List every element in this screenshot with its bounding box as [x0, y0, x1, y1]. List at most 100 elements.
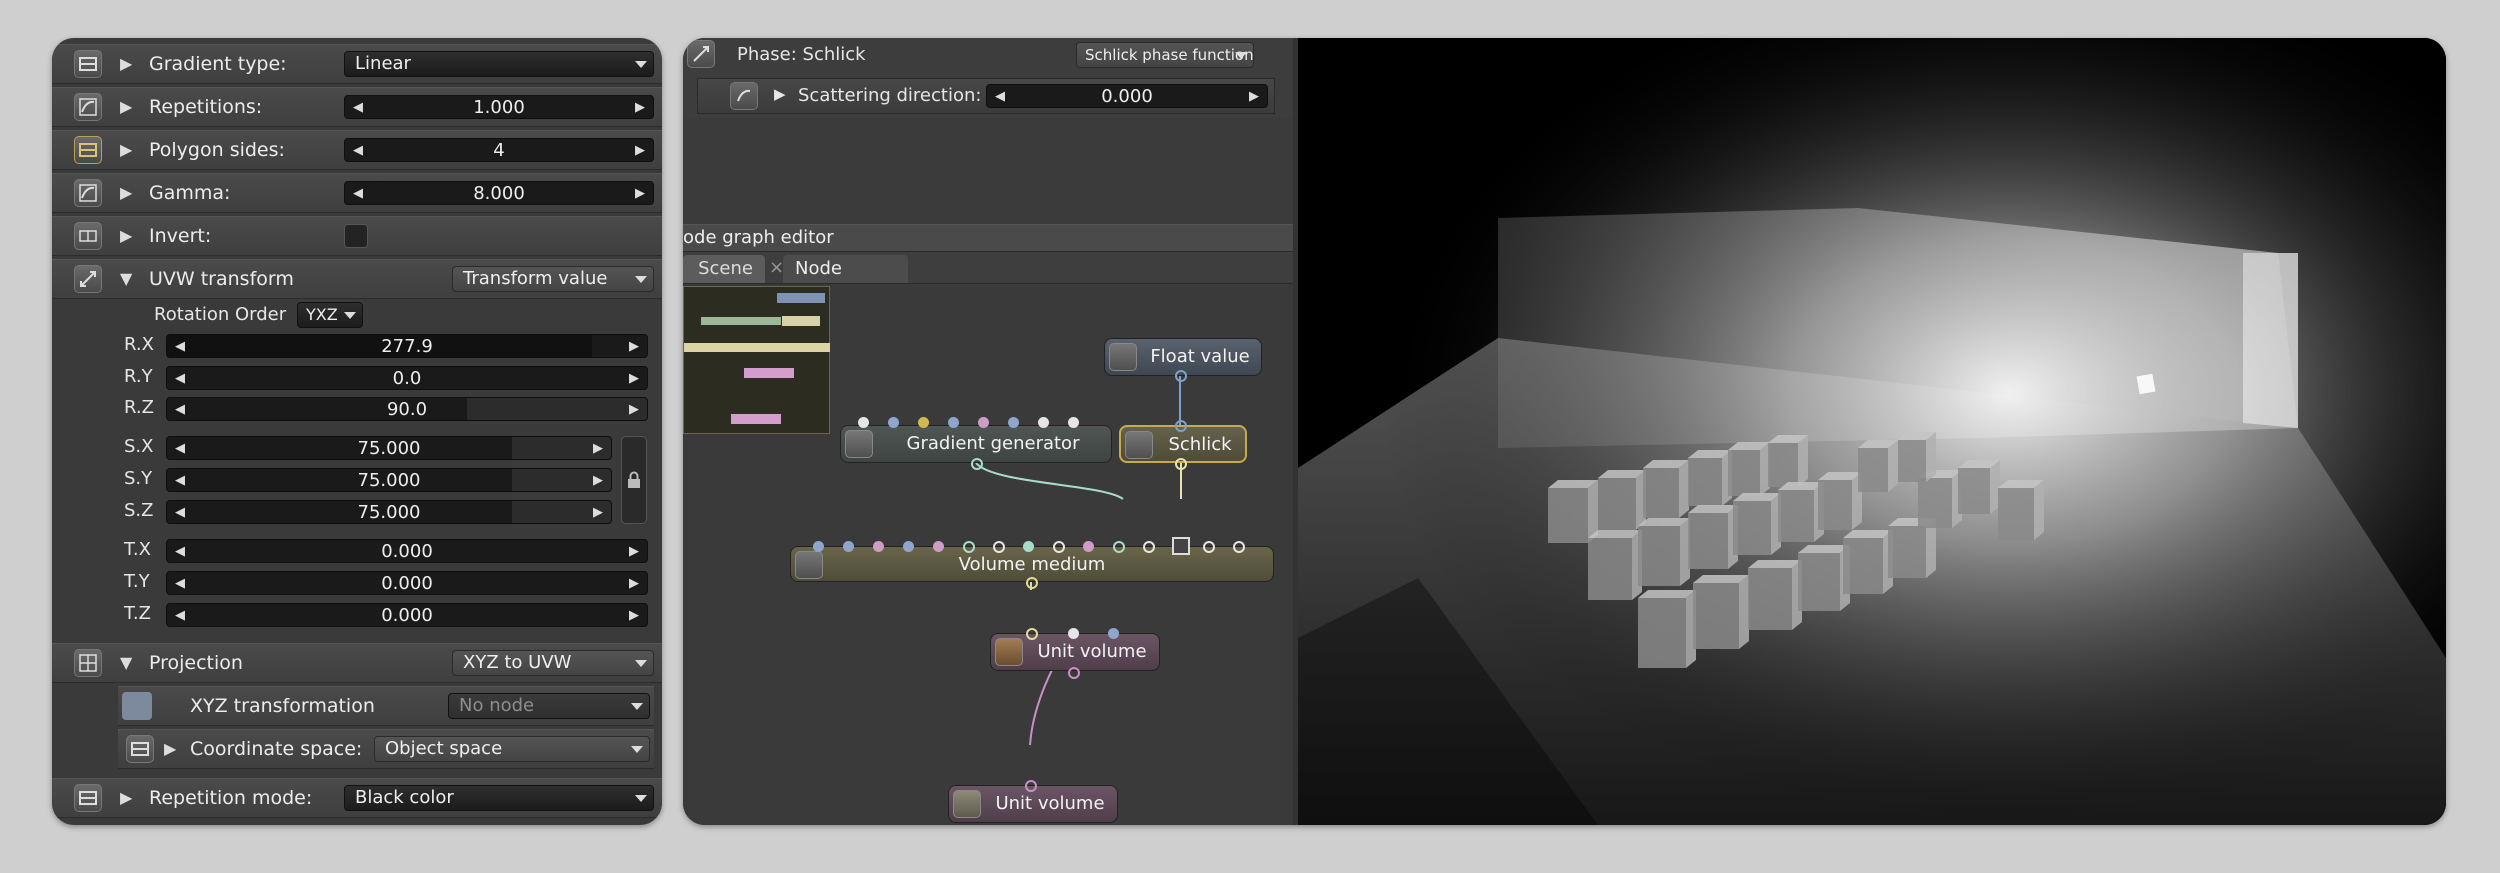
port-dot[interactable]	[1068, 667, 1080, 679]
uvw-transform-dropdown[interactable]: Transform value	[452, 266, 654, 292]
collapse-arrow-icon[interactable]: ▼	[120, 653, 132, 672]
collapse-arrow-icon[interactable]: ▼	[120, 269, 132, 288]
bool-pin-icon[interactable]	[74, 222, 102, 250]
scale-z-spinner[interactable]: ◀ 75.000 ▶	[166, 500, 612, 524]
rotation-order-dropdown[interactable]: YXZ	[297, 302, 363, 328]
expand-arrow-icon[interactable]: ▶	[120, 226, 132, 245]
scale-y-spinner[interactable]: ◀ 75.000 ▶	[166, 468, 612, 492]
transform-pin-icon[interactable]	[687, 40, 715, 68]
repetition-mode-dropdown[interactable]: Black color	[344, 785, 654, 811]
increment-arrow-icon[interactable]: ▶	[593, 505, 603, 520]
projection-dropdown[interactable]: XYZ to UVW	[452, 650, 654, 676]
enum-pin-icon[interactable]	[126, 735, 154, 763]
curve-pin-icon[interactable]	[730, 82, 758, 110]
port-dot[interactable]	[888, 417, 899, 428]
render-viewport[interactable]	[1298, 38, 2446, 825]
port-dot[interactable]	[1026, 628, 1038, 640]
xyz-transformation-pin-icon[interactable]	[122, 692, 152, 720]
enum-pin-icon[interactable]	[74, 784, 102, 812]
port-dot[interactable]	[1023, 541, 1034, 552]
port-dot[interactable]	[1026, 577, 1038, 589]
port-dot[interactable]	[903, 541, 914, 552]
expand-arrow-icon[interactable]: ▶	[774, 85, 786, 103]
increment-arrow-icon[interactable]: ▶	[629, 339, 639, 354]
tab-scene[interactable]: Scene	[683, 255, 765, 283]
gradient-pin-icon[interactable]	[74, 50, 102, 78]
increment-arrow-icon[interactable]: ▶	[593, 473, 603, 488]
port-dot[interactable]	[1053, 541, 1065, 553]
port-dot[interactable]	[858, 417, 869, 428]
projection-grid-icon[interactable]	[74, 649, 102, 677]
port-dot[interactable]	[1143, 541, 1155, 553]
port-dot[interactable]	[1175, 420, 1187, 432]
port-dot[interactable]	[843, 541, 854, 552]
selected-port[interactable]	[1172, 537, 1190, 555]
expand-arrow-icon[interactable]: ▶	[164, 739, 176, 758]
rotation-y-spinner[interactable]: ◀ 0.0 ▶	[166, 366, 648, 390]
scattering-direction-spinner[interactable]: ◀ 0.000 ▶	[986, 84, 1268, 108]
repetitions-spinner[interactable]: ◀ 1.000 ▶	[344, 95, 654, 119]
port-dot[interactable]	[1113, 541, 1125, 553]
port-dot[interactable]	[948, 417, 959, 428]
translation-x-spinner[interactable]: ◀ 0.000 ▶	[166, 539, 648, 563]
scattering-direction-label: Scattering direction:	[798, 85, 982, 106]
increment-arrow-icon[interactable]: ▶	[635, 100, 645, 115]
curve-pin-icon[interactable]	[74, 93, 102, 121]
port-dot[interactable]	[993, 541, 1005, 553]
port-dot[interactable]	[1083, 541, 1094, 552]
rotation-y-value: 0.0	[392, 368, 422, 389]
coordinate-space-dropdown[interactable]: Object space	[374, 736, 650, 762]
phase-dropdown[interactable]: Schlick phase function	[1076, 42, 1254, 68]
output-port[interactable]	[1175, 370, 1187, 382]
port-dot[interactable]	[1025, 780, 1037, 792]
translation-y-spinner[interactable]: ◀ 0.000 ▶	[166, 571, 648, 595]
curve-pin-icon[interactable]	[74, 179, 102, 207]
rotation-z-spinner[interactable]: ◀ 90.0 ▶	[166, 397, 648, 421]
int-pin-icon[interactable]	[74, 136, 102, 164]
rotation-x-spinner[interactable]: ◀ 277.9 ▶	[166, 334, 648, 358]
expand-arrow-icon[interactable]: ▶	[120, 788, 132, 807]
increment-arrow-icon[interactable]: ▶	[629, 608, 639, 623]
port-dot[interactable]	[933, 541, 944, 552]
xyz-transformation-dropdown[interactable]: No node	[448, 693, 650, 719]
gradient-type-dropdown[interactable]: Linear	[344, 51, 654, 77]
expand-arrow-icon[interactable]: ▶	[120, 54, 132, 73]
increment-arrow-icon[interactable]: ▶	[629, 402, 639, 417]
port-dot[interactable]	[1038, 417, 1049, 428]
increment-arrow-icon[interactable]: ▶	[629, 576, 639, 591]
expand-arrow-icon[interactable]: ▶	[120, 140, 132, 159]
increment-arrow-icon[interactable]: ▶	[635, 186, 645, 201]
scale-x-spinner[interactable]: ◀ 75.000 ▶	[166, 436, 612, 460]
expand-arrow-icon[interactable]: ▶	[120, 183, 132, 202]
invert-checkbox[interactable]	[344, 224, 368, 248]
lock-scale-toggle[interactable]	[621, 436, 647, 524]
port-dot[interactable]	[978, 417, 989, 428]
port-dot[interactable]	[1068, 417, 1079, 428]
port-dot[interactable]	[1203, 541, 1215, 553]
port-dot[interactable]	[1233, 541, 1245, 553]
tab-node-graph[interactable]: Node graph	[783, 255, 908, 307]
gamma-spinner[interactable]: ◀ 8.000 ▶	[344, 181, 654, 205]
port-dot[interactable]	[1108, 628, 1119, 639]
translation-z-spinner[interactable]: ◀ 0.000 ▶	[166, 603, 648, 627]
port-dot[interactable]	[963, 541, 975, 553]
increment-arrow-icon[interactable]: ▶	[635, 143, 645, 158]
port-dot[interactable]	[1008, 417, 1019, 428]
increment-arrow-icon[interactable]: ▶	[593, 441, 603, 456]
port-dot[interactable]	[813, 541, 824, 552]
expand-arrow-icon[interactable]: ▶	[120, 97, 132, 116]
port-dot[interactable]	[1175, 458, 1187, 470]
scale-x-label: S.X	[124, 436, 154, 457]
port-dot[interactable]	[971, 458, 983, 470]
node-graph-canvas[interactable]: Float value Gradient generator Schlick V…	[683, 284, 1293, 825]
chevron-down-icon	[635, 660, 647, 667]
transform-pin-icon[interactable]	[74, 265, 102, 293]
increment-arrow-icon[interactable]: ▶	[1249, 89, 1259, 104]
port-dot[interactable]	[918, 417, 929, 428]
port-dot[interactable]	[1068, 628, 1079, 639]
port-dot[interactable]	[873, 541, 884, 552]
polygon-sides-spinner[interactable]: ◀ 4 ▶	[344, 138, 654, 162]
close-icon[interactable]: ×	[769, 257, 784, 278]
increment-arrow-icon[interactable]: ▶	[629, 371, 639, 386]
increment-arrow-icon[interactable]: ▶	[629, 544, 639, 559]
